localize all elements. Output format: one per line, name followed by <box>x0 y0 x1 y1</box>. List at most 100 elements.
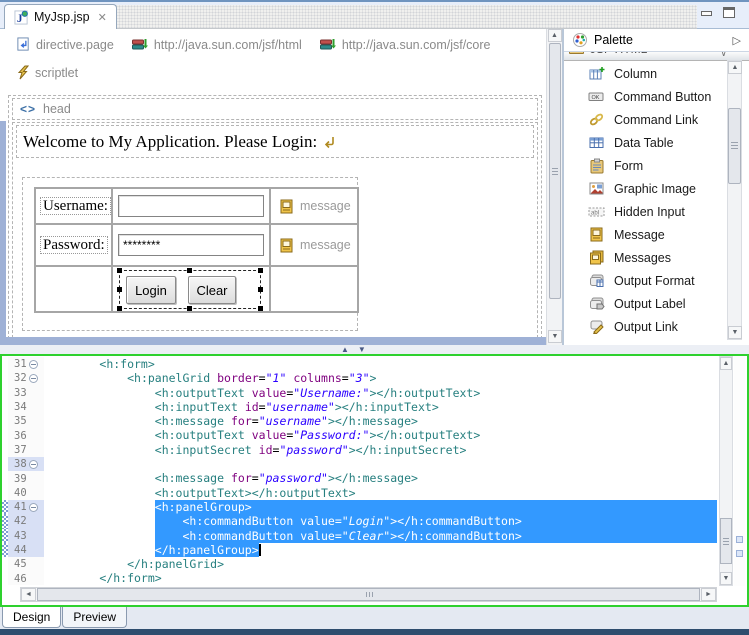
message-placeholder[interactable]: message <box>300 238 351 252</box>
tab-preview[interactable]: Preview <box>62 607 127 628</box>
resize-handle[interactable] <box>187 268 192 273</box>
overview-ruler[interactable] <box>734 356 745 586</box>
welcome-output-text[interactable]: Welcome to My Application. Please Login: <box>16 125 534 158</box>
code-text[interactable]: <h:inputSecret id="password"></h:inputSe… <box>44 443 717 457</box>
source-vertical-scrollbar[interactable]: ▲ ▼ <box>719 356 733 586</box>
scrollbar-thumb[interactable] <box>720 518 732 564</box>
palette-drawer-jsf-html[interactable]: JSF HTML ∨ <box>564 52 749 61</box>
directive-element-http-java-sun-com-jsf-core[interactable]: http://java.sun.com/jsf/core <box>320 37 491 52</box>
fold-minus-icon[interactable] <box>29 360 38 369</box>
code-text[interactable]: <h:outputText value="Username:"></h:outp… <box>44 386 717 400</box>
resize-handle[interactable] <box>187 306 192 311</box>
code-text[interactable]: </h:form> <box>44 571 717 585</box>
palette-item-data-table[interactable]: Data Table <box>564 131 729 154</box>
code-text[interactable]: <h:outputText></h:outputText> <box>44 486 717 500</box>
sash-splitter[interactable]: ▲▼ <box>0 345 749 354</box>
scroll-up-icon[interactable]: ▲ <box>548 29 562 42</box>
scroll-down-icon[interactable]: ▼ <box>728 326 742 339</box>
design-canvas[interactable]: directive.page http://java.sun.com/jsf/ht… <box>0 29 546 345</box>
palette-scrollbar[interactable]: ▲ ▼ <box>727 60 742 340</box>
chevron-right-icon[interactable]: ▷ <box>733 34 741 47</box>
password-input[interactable] <box>118 234 264 256</box>
code-text[interactable]: </h:panelGrid> <box>44 557 717 571</box>
palette-item-output-label[interactable]: Output Label <box>564 292 729 315</box>
code-text[interactable]: <h:form> <box>44 357 717 371</box>
code-text[interactable]: <h:panelGroup> <box>44 500 717 514</box>
source-line[interactable]: 42 <h:commandButton value="Login"></h:co… <box>2 514 717 528</box>
source-editor[interactable]: 31 <h:form>32 <h:panelGrid border="1" co… <box>0 354 749 607</box>
message-icon[interactable] <box>280 238 293 253</box>
palette-item-hidden-input[interactable]: abIHidden Input <box>564 200 729 223</box>
source-line[interactable]: 45 </h:panelGrid> <box>2 557 717 571</box>
code-text[interactable]: <h:inputText id="username"></h:inputText… <box>44 400 717 414</box>
source-lines[interactable]: 31 <h:form>32 <h:panelGrid border="1" co… <box>2 357 717 585</box>
scroll-down-icon[interactable]: ▼ <box>548 330 562 343</box>
palette-item-messages[interactable]: Messages <box>564 246 729 269</box>
fold-minus-icon[interactable] <box>29 503 38 512</box>
code-text[interactable]: <h:outputText value="Password:"></h:outp… <box>44 428 717 442</box>
palette-item-column[interactable]: Column <box>564 62 729 85</box>
username-input[interactable] <box>118 195 264 217</box>
source-line[interactable]: 43 <h:commandButton value="Clear"></h:co… <box>2 529 717 543</box>
clear-button[interactable]: Clear <box>188 276 236 304</box>
source-line[interactable]: 40 <h:outputText></h:outputText> <box>2 486 717 500</box>
scriptlet-element[interactable]: scriptlet <box>16 65 78 80</box>
selection-annotation[interactable] <box>736 536 743 543</box>
source-line[interactable]: 38 <box>2 457 717 471</box>
resize-handle[interactable] <box>117 287 122 292</box>
selection-annotation[interactable] <box>736 550 743 557</box>
code-text[interactable]: <h:panelGrid border="1" columns="3"> <box>44 371 717 385</box>
panel-grid-table[interactable]: Username: message Password: message <box>34 187 359 313</box>
resize-handle[interactable] <box>258 268 263 273</box>
scrollbar-thumb[interactable] <box>37 588 700 601</box>
source-horizontal-scrollbar[interactable]: ◄ ► <box>20 587 717 602</box>
palette-item-output-format[interactable]: Output Format <box>564 269 729 292</box>
scroll-up-icon[interactable]: ▲ <box>728 61 742 74</box>
editor-tab-myjsp[interactable]: J MyJsp.jsp ✕ <box>4 4 117 29</box>
source-line[interactable]: 34 <h:inputText id="username"></h:inputT… <box>2 400 717 414</box>
scroll-right-icon[interactable]: ► <box>701 588 716 601</box>
resize-handle[interactable] <box>258 287 263 292</box>
scroll-left-icon[interactable]: ◄ <box>21 588 36 601</box>
resize-handle[interactable] <box>117 268 122 273</box>
scrollbar-thumb[interactable] <box>549 43 561 299</box>
tab-design[interactable]: Design <box>2 607 61 628</box>
source-line[interactable]: 46 </h:form> <box>2 571 717 585</box>
source-line[interactable]: 39 <h:message for="password"></h:message… <box>2 471 717 485</box>
directive-element-http-java-sun-com-jsf-html[interactable]: http://java.sun.com/jsf/html <box>132 37 302 52</box>
output-text-password-label[interactable]: Password: <box>40 236 108 254</box>
login-button[interactable]: Login <box>126 276 176 304</box>
palette-item-form[interactable]: Form <box>564 154 729 177</box>
code-text[interactable]: <h:commandButton value="Login"></h:comma… <box>44 514 717 528</box>
output-text-username-label[interactable]: Username: <box>40 197 111 215</box>
source-line[interactable]: 44 </h:panelGroup> <box>2 543 717 557</box>
directive-element-directive-page[interactable]: directive.page <box>16 37 114 52</box>
palette-item-graphic-image[interactable]: Graphic Image <box>564 177 729 200</box>
source-line[interactable]: 31 <h:form> <box>2 357 717 371</box>
palette-item-command-button[interactable]: OKCommand Button <box>564 85 729 108</box>
minimize-view-icon[interactable] <box>701 11 712 16</box>
close-tab-icon[interactable]: ✕ <box>98 11 107 24</box>
source-line[interactable]: 35 <h:message for="username"></h:message… <box>2 414 717 428</box>
fold-minus-icon[interactable] <box>29 460 38 469</box>
splitter-up-icon[interactable]: ▲ <box>341 345 349 354</box>
source-line[interactable]: 32 <h:panelGrid border="1" columns="3"> <box>2 371 717 385</box>
source-line[interactable]: 33 <h:outputText value="Username:"></h:o… <box>2 386 717 400</box>
maximize-view-icon[interactable] <box>723 7 735 18</box>
palette-item-output-link[interactable]: Output Link <box>564 315 729 338</box>
message-placeholder[interactable]: message <box>300 199 351 213</box>
code-text[interactable] <box>44 457 717 471</box>
message-icon[interactable] <box>280 199 293 214</box>
scrollbar-thumb[interactable] <box>728 108 741 184</box>
code-text[interactable]: <h:message for="username"></h:message> <box>44 414 717 428</box>
fold-minus-icon[interactable] <box>29 374 38 383</box>
code-text[interactable]: </h:panelGroup> <box>44 543 717 557</box>
code-text[interactable]: <h:commandButton value="Clear"></h:comma… <box>44 529 717 543</box>
splitter-down-icon[interactable]: ▼ <box>358 345 366 354</box>
source-line[interactable]: 36 <h:outputText value="Password:"></h:o… <box>2 428 717 442</box>
palette-header[interactable]: Palette ▷ <box>564 29 749 52</box>
resize-handle[interactable] <box>117 306 122 311</box>
resize-handle[interactable] <box>258 306 263 311</box>
head-element-box[interactable]: <> head <box>12 98 538 120</box>
code-text[interactable]: <h:message for="password"></h:message> <box>44 471 717 485</box>
